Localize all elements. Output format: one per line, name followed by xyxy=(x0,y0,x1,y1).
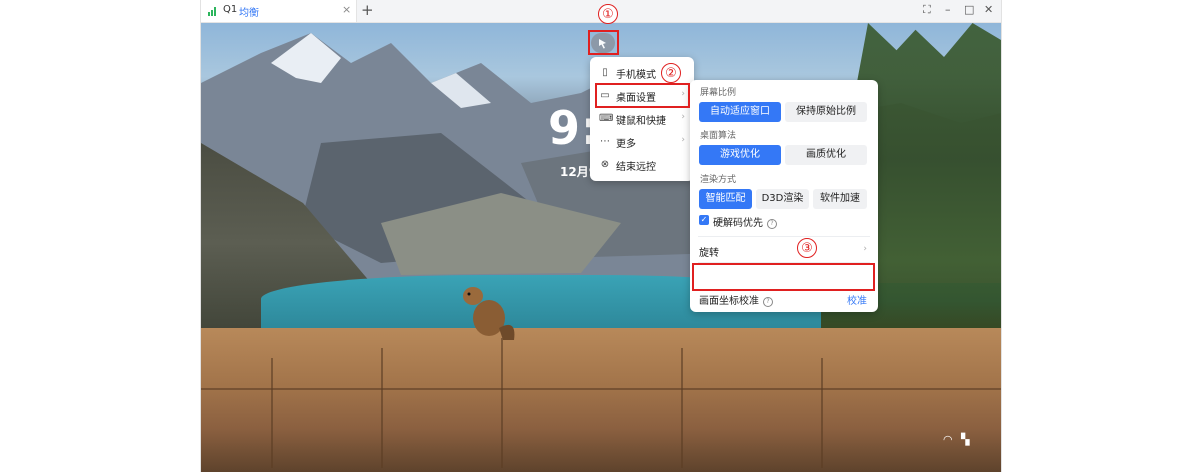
option-quality-optimize[interactable]: 画质优化 xyxy=(785,145,867,165)
calibration-label: 画面坐标校准? xyxy=(699,292,773,307)
maximize-icon[interactable]: □ xyxy=(964,3,974,16)
annotation-box-3 xyxy=(692,263,875,291)
remote-desktop[interactable]: 9: 12月9 ◠ ▚ ▯ 手机模式 ▭ 桌面设置 › ⌨ 键鼠和快捷 › ⋯ … xyxy=(201,23,1001,472)
tab-close-icon[interactable]: × xyxy=(342,3,351,16)
menu-item-label: 键鼠和快捷 xyxy=(616,116,666,127)
help-icon[interactable]: ? xyxy=(767,219,777,229)
fullscreen-icon[interactable]: ⛶ xyxy=(923,3,931,17)
annotation-box-2 xyxy=(595,83,690,108)
hw-decode-text: 硬解码优先 xyxy=(713,218,763,229)
option-d3d-render[interactable]: D3D渲染 xyxy=(756,189,809,209)
tab-quality: 均衡 xyxy=(239,8,259,19)
signal-icon xyxy=(208,7,218,16)
chevron-right-icon: › xyxy=(681,112,685,122)
phone-icon: ▯ xyxy=(602,67,608,78)
more-icon: ⋯ xyxy=(600,136,610,147)
annotation-number-2: ② xyxy=(661,63,681,83)
menu-item-keyboard-mouse[interactable]: ⌨ 键鼠和快捷 › xyxy=(590,108,694,130)
help-icon[interactable]: ? xyxy=(763,297,773,307)
section-screen-ratio: 屏幕比例 xyxy=(700,88,737,98)
annotation-number-1: ① xyxy=(598,4,618,24)
tab-title: Q1 xyxy=(223,4,238,15)
close-window-icon[interactable]: ✕ xyxy=(984,3,993,16)
new-tab-button[interactable]: + xyxy=(361,1,374,19)
hw-decode-checkbox[interactable]: ✓ xyxy=(699,215,709,225)
option-smart-match[interactable]: 智能匹配 xyxy=(699,189,752,209)
keyboard-icon: ⌨ xyxy=(599,113,614,124)
tab-q1[interactable]: Q1 均衡 × xyxy=(201,0,357,22)
annotation-box-1 xyxy=(588,30,619,55)
menu-item-label: 更多 xyxy=(616,139,636,150)
annotation-number-3: ③ xyxy=(797,238,817,258)
menu-item-label: 手机模式 xyxy=(616,70,656,81)
menu-item-end-remote[interactable]: ⊗ 结束远控 xyxy=(590,154,694,176)
chipmunk-image xyxy=(463,287,515,340)
menu-item-label: 结束远控 xyxy=(616,162,656,173)
rotate-label[interactable]: 旋转 xyxy=(699,244,719,259)
option-software-accel[interactable]: 软件加速 xyxy=(813,189,867,209)
section-render: 渲染方式 xyxy=(700,175,737,185)
close-circle-icon: ⊗ xyxy=(600,159,610,170)
menu-item-more[interactable]: ⋯ 更多 › xyxy=(590,131,694,153)
option-game-optimize[interactable]: 游戏优化 xyxy=(699,145,781,165)
chevron-right-icon: › xyxy=(863,244,867,254)
calibrate-link[interactable]: 校准 xyxy=(847,292,867,307)
minimize-icon[interactable]: – xyxy=(945,3,951,16)
chevron-right-icon: › xyxy=(681,135,685,145)
calibration-text: 画面坐标校准 xyxy=(699,296,759,307)
remote-window: Q1 均衡 × + ⛶ – □ ✕ 9: 12月9 ◠ ▚ ▯ 手机模式 ▭ 桌… xyxy=(200,0,1002,472)
hw-decode-label: 硬解码优先? xyxy=(713,214,777,229)
mouse-icon: ▚ xyxy=(961,433,970,446)
option-auto-fit-window[interactable]: 自动适应窗口 xyxy=(699,102,781,122)
section-algorithm: 桌面算法 xyxy=(700,131,737,141)
option-keep-original-ratio[interactable]: 保持原始比例 xyxy=(785,102,867,122)
rock-foreground xyxy=(201,328,1001,472)
wifi-icon: ◠ xyxy=(943,433,953,446)
divider xyxy=(698,236,870,237)
